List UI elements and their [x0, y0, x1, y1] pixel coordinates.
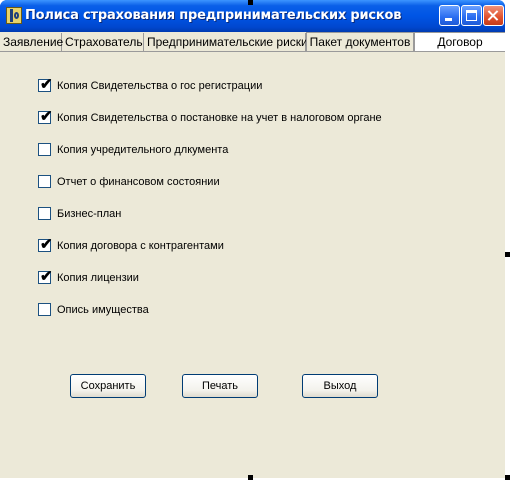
exit-button[interactable]: Выход [302, 374, 378, 398]
minimize-button[interactable] [439, 5, 460, 26]
tab-contract[interactable]: Договор [414, 32, 505, 52]
main-window: Полиса страхования предпринимательских р… [0, 0, 505, 478]
check-mark-icon: ✔ [40, 236, 53, 253]
close-button[interactable] [483, 5, 504, 26]
checkbox-label: Копия Свидетельства о гос регистрации [57, 80, 263, 92]
tab-document-package[interactable]: Пакет документов [306, 32, 414, 52]
checkbox-label: Копия учредительного длкумента [57, 144, 229, 156]
tab-strip: Заявление Страхователь Предпринимательск… [0, 32, 505, 52]
checkbox[interactable]: ✔ [38, 76, 53, 93]
checkbox-label: Опись имущества [57, 304, 149, 316]
checkbox[interactable]: ✔ [38, 108, 53, 125]
checkbox-label: Бизнес-план [57, 208, 122, 220]
checkbox-label: Копия договора с контрагентами [57, 240, 224, 252]
app-icon [6, 7, 22, 24]
check-mark-icon: ✔ [40, 76, 53, 93]
checkbox-label: Копия лицензии [57, 272, 139, 284]
resize-handle-right[interactable] [505, 252, 510, 257]
check-mark-icon: ✔ [40, 268, 53, 285]
checkbox[interactable] [38, 207, 51, 220]
maximize-icon [466, 10, 477, 21]
tab-business-risks[interactable]: Предпринимательские риски [144, 33, 308, 51]
maximize-button[interactable] [461, 5, 482, 26]
checkbox[interactable]: ✔ [38, 268, 53, 285]
tab-panel: Заявление Страхователь Предпринимательск… [0, 32, 505, 478]
minimize-icon [445, 18, 452, 21]
checkbox[interactable] [38, 175, 51, 188]
tab-divider [0, 51, 505, 52]
checkbox[interactable]: ✔ [38, 236, 53, 253]
close-icon [484, 6, 503, 25]
print-button[interactable]: Печать [182, 374, 258, 398]
checkbox[interactable] [38, 303, 51, 316]
resize-handle-bottom[interactable] [248, 475, 253, 480]
tab-zayavlenie[interactable]: Заявление [0, 33, 63, 51]
window-title: Полиса страхования предпринимательских р… [25, 8, 402, 23]
checkbox-label: Отчет о финансовом состоянии [57, 176, 220, 188]
resize-handle-top[interactable] [248, 0, 253, 5]
save-button[interactable]: Сохранить [70, 374, 146, 398]
tab-strakhovatel[interactable]: Страхователь [62, 33, 144, 51]
resize-handle-corner[interactable] [505, 475, 510, 480]
checkbox-label: Копия Свидетельства о постановке на учет… [57, 112, 382, 124]
checkbox[interactable] [38, 143, 51, 156]
check-mark-icon: ✔ [40, 108, 53, 125]
